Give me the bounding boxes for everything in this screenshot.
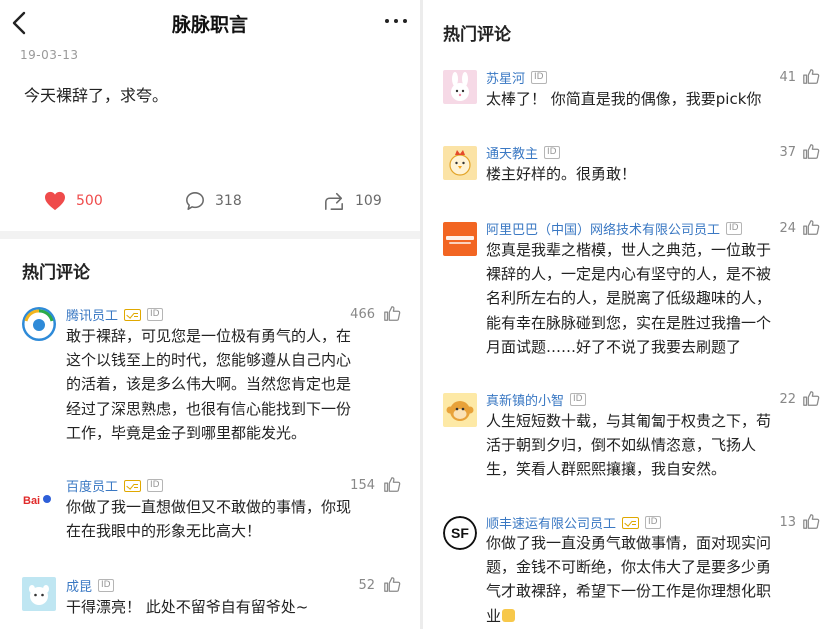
more-dots-icon[interactable] — [382, 8, 410, 34]
id-badge: ID — [645, 516, 661, 529]
verified-badge-icon — [124, 479, 142, 492]
commenter-name[interactable]: 成昆 ID — [66, 576, 114, 595]
id-badge: ID — [570, 393, 586, 406]
hot-comments-title: 热门评论 — [22, 263, 90, 283]
comment-count: 318 — [215, 193, 242, 209]
share-count: 109 — [355, 193, 382, 209]
comment-body: 敢于裸辞，可见您是一位极有勇气的人，在 这个以钱至上的时代，您能够遵从自己内心 … — [66, 327, 352, 442]
chicken-avatar — [443, 146, 477, 180]
comment-like-count: 52 — [358, 578, 375, 593]
speech-bubble-icon — [186, 192, 204, 210]
comment-like-count: 41 — [779, 70, 796, 85]
rabbit-avatar — [443, 70, 477, 104]
commenter-name[interactable]: 百度员工 ID — [66, 476, 163, 495]
tencent-avatar — [22, 307, 56, 341]
commenter-name[interactable]: 苏星河 ID — [486, 68, 547, 87]
thumbs-up-emoji-icon — [502, 608, 516, 622]
id-badge: ID — [531, 71, 547, 84]
top-nav-bar: 脉脉职言 — [0, 0, 420, 46]
svg-text:SF: SF — [451, 525, 469, 541]
page-title: 脉脉职言 — [171, 14, 248, 36]
share-arrow-icon — [325, 192, 343, 210]
thumbs-up-icon[interactable] — [802, 67, 820, 85]
sf-avatar: SF — [443, 516, 477, 550]
heart-icon — [45, 191, 65, 211]
comment-like-count: 466 — [350, 307, 375, 322]
thumbs-up-icon[interactable] — [802, 389, 820, 407]
alibaba-avatar — [443, 222, 477, 256]
svg-text:Bai: Bai — [23, 495, 40, 507]
left-screen: 脉脉职言 19-03-13 今天裸辞了，求夸。 500 318 109 热门评论… — [0, 0, 420, 629]
id-badge: ID — [98, 579, 114, 592]
thumbs-up-icon[interactable] — [802, 218, 820, 236]
comment-button[interactable]: 318 — [185, 186, 420, 216]
baidu-avatar: Bai — [22, 481, 56, 515]
section-divider — [0, 231, 420, 239]
post-body: 今天裸辞了，求夸。 — [24, 86, 169, 105]
commenter-name[interactable]: 通天教主 ID — [486, 143, 560, 162]
comment-body: 你做了我一直没勇气敢做事情，面对现实问 题，金钱不可断绝，你太伟大了是要多少勇 … — [486, 534, 772, 625]
right-screen: 热门评论 苏星河 ID 41 太棒了！ 你简直是我的偶像，我要pick你 通天教… — [423, 0, 840, 629]
comment-like-count: 13 — [779, 515, 796, 530]
comment-body: 人生短短数十载，与其匍匐于权贵之下，苟 活于朝到夕归，倒不如纵情恣意，飞扬人 生… — [486, 412, 772, 479]
like-button[interactable]: 500 — [44, 186, 103, 216]
comment-like-count: 37 — [779, 145, 796, 160]
comment-body: 楼主好样的。很勇敢！ — [486, 165, 637, 183]
commenter-name[interactable]: 腾讯员工 ID — [66, 305, 163, 324]
thumbs-up-icon[interactable] — [802, 142, 820, 160]
id-badge: ID — [147, 308, 163, 321]
commenter-name[interactable]: 真新镇的小智 ID — [486, 390, 586, 409]
comment-body: 你做了我一直想做但又不敢做的事情，你现 在在我眼中的形象无比高大！ — [66, 498, 352, 541]
verified-badge-icon — [124, 308, 142, 321]
thumbs-up-icon[interactable] — [802, 512, 820, 530]
comment-like-count: 22 — [779, 392, 796, 407]
dog-avatar — [22, 577, 56, 611]
post-actions: 500 318 109 — [0, 186, 420, 216]
thumbs-up-icon[interactable] — [383, 575, 401, 593]
comment-body: 太棒了！ 你简直是我的偶像，我要pick你 — [486, 90, 762, 108]
comment-like-count: 154 — [350, 478, 375, 493]
comment-like-count: 24 — [779, 221, 796, 236]
share-button[interactable]: 109 — [323, 186, 382, 216]
commenter-name[interactable]: 阿里巴巴（中国）网络技术有限公司员工 ID — [486, 219, 742, 238]
commenter-name[interactable]: 顺丰速运有限公司员工 ID — [486, 513, 661, 532]
verified-badge-icon — [622, 516, 640, 529]
monkey-avatar — [443, 393, 477, 427]
id-badge: ID — [726, 222, 742, 235]
id-badge: ID — [147, 479, 163, 492]
thumbs-up-icon[interactable] — [383, 475, 401, 493]
like-count: 500 — [76, 193, 103, 209]
comment-body: 您真是我辈之楷模，世人之典范，一位敢于 裸辞的人，一定是内心有坚守的人，是不被 … — [486, 241, 772, 356]
id-badge: ID — [544, 146, 560, 159]
thumbs-up-icon[interactable] — [383, 304, 401, 322]
comment-body: 干得漂亮！ 此处不留爷自有留爷处~ — [66, 598, 309, 616]
post-date: 19-03-13 — [20, 48, 79, 62]
hot-comments-title: 热门评论 — [443, 25, 511, 45]
